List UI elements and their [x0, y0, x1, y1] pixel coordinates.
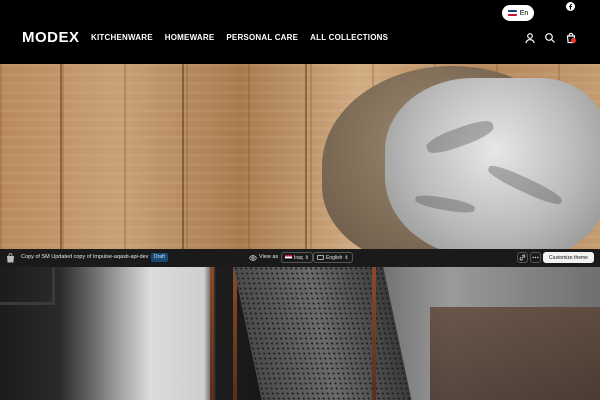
language-value: English [326, 254, 343, 261]
account-icon[interactable] [524, 32, 536, 44]
language-label: En [519, 9, 529, 17]
storefront-preview: En MODEX KITCHENWARE HOMEWARE PERSONAL C… [0, 0, 600, 400]
window-frame [0, 267, 55, 305]
search-icon[interactable] [544, 32, 556, 44]
language-selector[interactable]: En [502, 5, 534, 21]
link-icon [519, 254, 526, 261]
site-header: En MODEX KITCHENWARE HOMEWARE PERSONAL C… [0, 0, 600, 64]
copy-link-button[interactable] [517, 252, 528, 263]
plank-seam [60, 64, 62, 250]
heater-stand-post [233, 267, 237, 400]
more-horizontal-icon [532, 256, 539, 259]
eye-icon [249, 255, 257, 261]
view-as-label: View as [259, 254, 279, 260]
customize-theme-button[interactable]: Customize theme [543, 252, 594, 263]
country-selector[interactable]: Iraq ⇕ [281, 252, 313, 263]
heater-stand-post [372, 267, 376, 400]
heater-stand-post [210, 267, 214, 400]
product-image [0, 267, 600, 400]
mesh-heater [232, 267, 414, 400]
facebook-icon[interactable] [566, 2, 575, 11]
language-preview-selector[interactable]: English ⇕ [313, 252, 353, 263]
chevron-updown-icon: ⇕ [344, 254, 349, 261]
theme-name: Copy of SM Updated copy of Impulse-aqast… [21, 254, 149, 260]
nav-item-kitchenware[interactable]: KITCHENWARE [91, 33, 153, 42]
country-value: Iraq [294, 254, 303, 261]
background-furniture [430, 307, 600, 400]
cart-count-badge [571, 38, 576, 43]
hero-image [0, 64, 600, 250]
main-nav: KITCHENWARE HOMEWARE PERSONAL CARE ALL C… [91, 33, 388, 42]
store-logo[interactable]: MODEX [22, 29, 80, 46]
theme-preview-bar: Copy of SM Updated copy of Impulse-aqast… [0, 249, 600, 267]
iraq-flag-icon [285, 255, 292, 260]
nav-item-homeware[interactable]: HOMEWARE [165, 33, 215, 42]
linen-cloth [385, 78, 600, 250]
uk-flag-icon [507, 10, 517, 16]
nav-item-all-collections[interactable]: ALL COLLECTIONS [310, 33, 388, 42]
plank-seam [182, 64, 184, 250]
more-actions-button[interactable] [530, 252, 541, 263]
plank-seam [305, 64, 307, 250]
nav-item-personal-care[interactable]: PERSONAL CARE [226, 33, 298, 42]
status-badge: Draft [151, 253, 168, 262]
translate-icon [317, 255, 324, 260]
chevron-updown-icon: ⇕ [304, 254, 309, 261]
shopify-bag-icon [7, 253, 14, 263]
